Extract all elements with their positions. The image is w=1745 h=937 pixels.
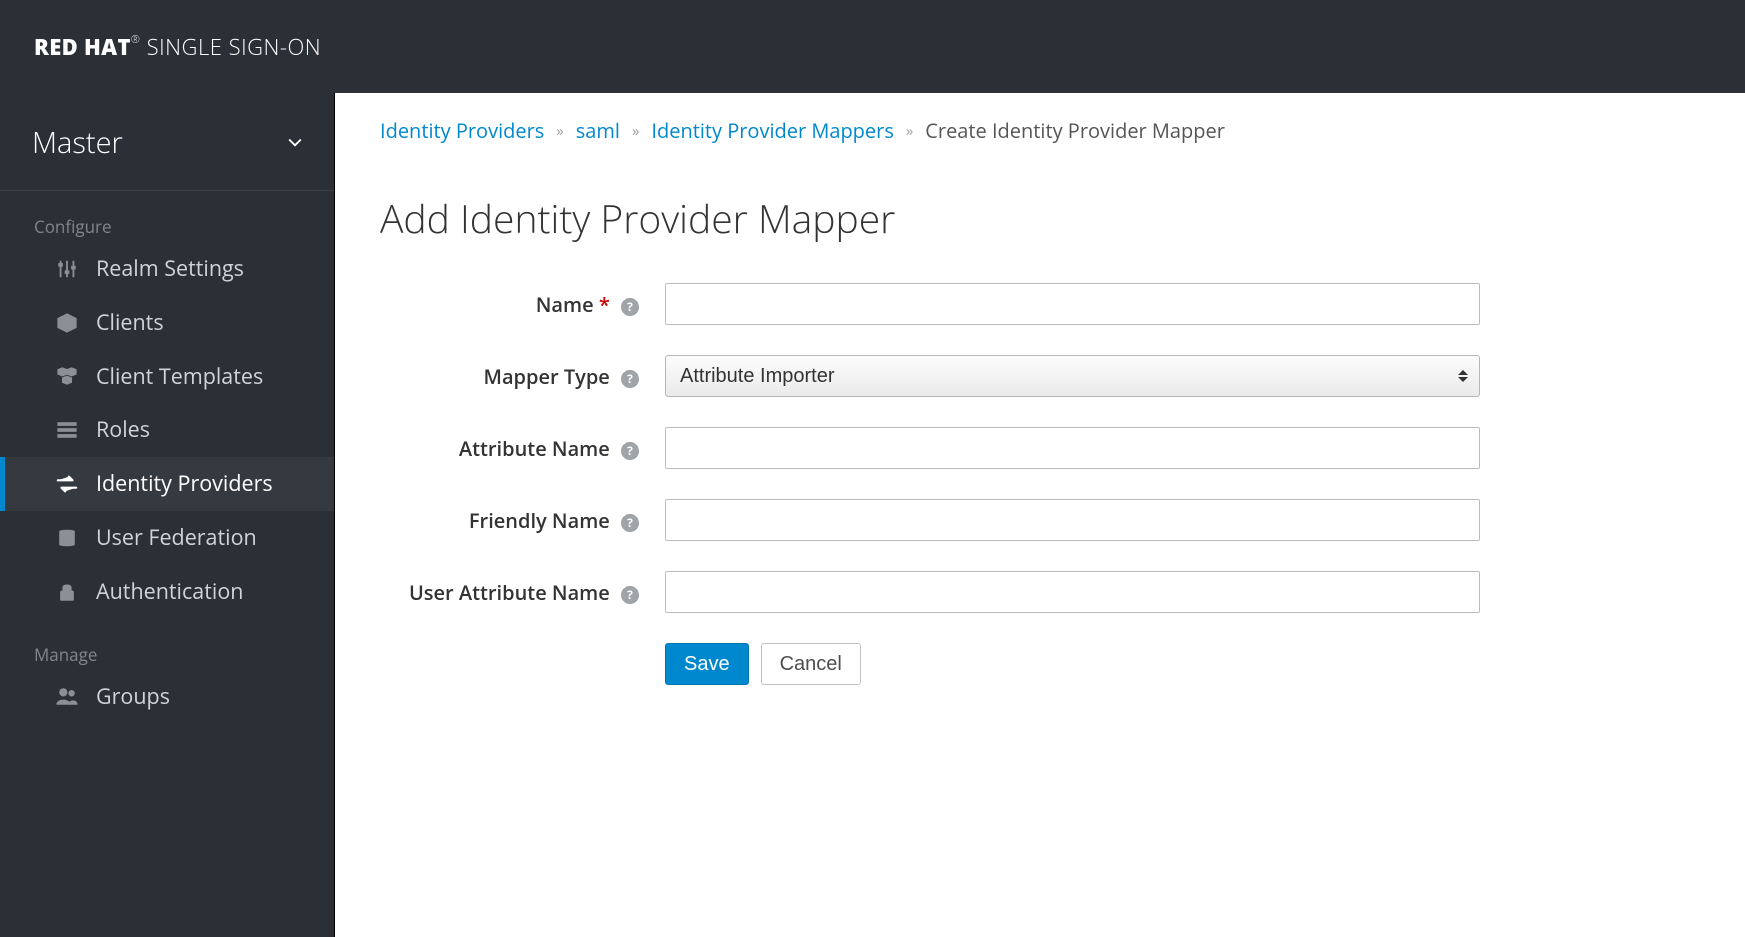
friendly-name-label: Friendly Name ? xyxy=(380,499,665,534)
sidebar-item-authentication[interactable]: Authentication xyxy=(0,565,334,619)
app-header: RED HAT® SINGLE SIGN-ON xyxy=(0,0,1745,93)
mapper-type-label: Mapper Type ? xyxy=(380,355,665,390)
required-marker: * xyxy=(599,291,610,318)
name-label: Name * ? xyxy=(380,283,665,318)
main-content: Identity Providers » saml » Identity Pro… xyxy=(335,93,1745,937)
cancel-button[interactable]: Cancel xyxy=(761,643,861,685)
help-icon[interactable]: ? xyxy=(621,298,639,316)
breadcrumb-current: Create Identity Provider Mapper xyxy=(925,117,1225,144)
sidebar-item-label: Identity Providers xyxy=(96,471,273,497)
sidebar-item-realm-settings[interactable]: Realm Settings xyxy=(0,242,334,296)
help-icon[interactable]: ? xyxy=(621,442,639,460)
chevron-down-icon xyxy=(288,136,302,150)
brand-bold: RED HAT xyxy=(34,32,131,62)
sidebar-item-identity-providers[interactable]: Identity Providers xyxy=(0,457,334,511)
name-input[interactable] xyxy=(665,283,1480,325)
breadcrumb: Identity Providers » saml » Identity Pro… xyxy=(380,117,1700,144)
breadcrumb-identity-providers[interactable]: Identity Providers xyxy=(380,117,544,144)
realm-name: Master xyxy=(32,123,123,162)
label-text: User Attribute Name xyxy=(409,579,610,606)
attribute-name-label: Attribute Name ? xyxy=(380,427,665,462)
sidebar-item-label: Groups xyxy=(96,684,170,710)
sidebar-item-roles[interactable]: Roles xyxy=(0,403,334,457)
save-button[interactable]: Save xyxy=(665,643,749,685)
sidebar-item-label: Clients xyxy=(96,310,164,336)
sidebar-item-label: User Federation xyxy=(96,525,257,551)
chevron-right-icon: » xyxy=(556,121,563,141)
label-text: Name xyxy=(536,291,594,318)
brand-logo: RED HAT® SINGLE SIGN-ON xyxy=(34,32,321,62)
group-icon xyxy=(56,685,78,707)
sidebar: Master Configure Realm Settings Clients … xyxy=(0,93,335,937)
chevron-right-icon: » xyxy=(906,121,913,141)
sidebar-section-manage: Manage xyxy=(0,619,334,670)
help-icon[interactable]: ? xyxy=(621,586,639,604)
label-text: Mapper Type xyxy=(484,363,610,390)
cubes-icon xyxy=(56,365,78,387)
breadcrumb-saml[interactable]: saml xyxy=(576,117,620,144)
label-text: Friendly Name xyxy=(469,507,610,534)
exchange-icon xyxy=(56,473,78,495)
sliders-icon xyxy=(56,258,78,280)
sidebar-item-label: Client Templates xyxy=(96,364,263,390)
cube-icon xyxy=(56,312,78,334)
mapper-type-select[interactable]: Attribute Importer xyxy=(665,355,1480,397)
user-attribute-name-label: User Attribute Name ? xyxy=(380,571,665,606)
sidebar-section-configure: Configure xyxy=(0,191,334,242)
page-title: Add Identity Provider Mapper xyxy=(380,192,1700,245)
sidebar-item-groups[interactable]: Groups xyxy=(0,670,334,724)
user-attribute-name-input[interactable] xyxy=(665,571,1480,613)
mapper-form: Name * ? Mapper Type ? Attribute Importe… xyxy=(380,283,1480,685)
brand-thin: SINGLE SIGN-ON xyxy=(147,32,322,62)
database-icon xyxy=(56,527,78,549)
trademark-icon: ® xyxy=(131,32,141,47)
realm-selector[interactable]: Master xyxy=(0,93,334,191)
friendly-name-input[interactable] xyxy=(665,499,1480,541)
sidebar-item-user-federation[interactable]: User Federation xyxy=(0,511,334,565)
label-text: Attribute Name xyxy=(459,435,610,462)
breadcrumb-mappers[interactable]: Identity Provider Mappers xyxy=(651,117,893,144)
list-icon xyxy=(56,419,78,441)
sidebar-item-clients[interactable]: Clients xyxy=(0,296,334,350)
sidebar-item-client-templates[interactable]: Client Templates xyxy=(0,350,334,404)
help-icon[interactable]: ? xyxy=(621,370,639,388)
chevron-right-icon: » xyxy=(632,121,639,141)
attribute-name-input[interactable] xyxy=(665,427,1480,469)
help-icon[interactable]: ? xyxy=(621,514,639,532)
sidebar-item-label: Authentication xyxy=(96,579,243,605)
sidebar-item-label: Realm Settings xyxy=(96,256,244,282)
lock-icon xyxy=(56,581,78,603)
sidebar-item-label: Roles xyxy=(96,417,150,443)
